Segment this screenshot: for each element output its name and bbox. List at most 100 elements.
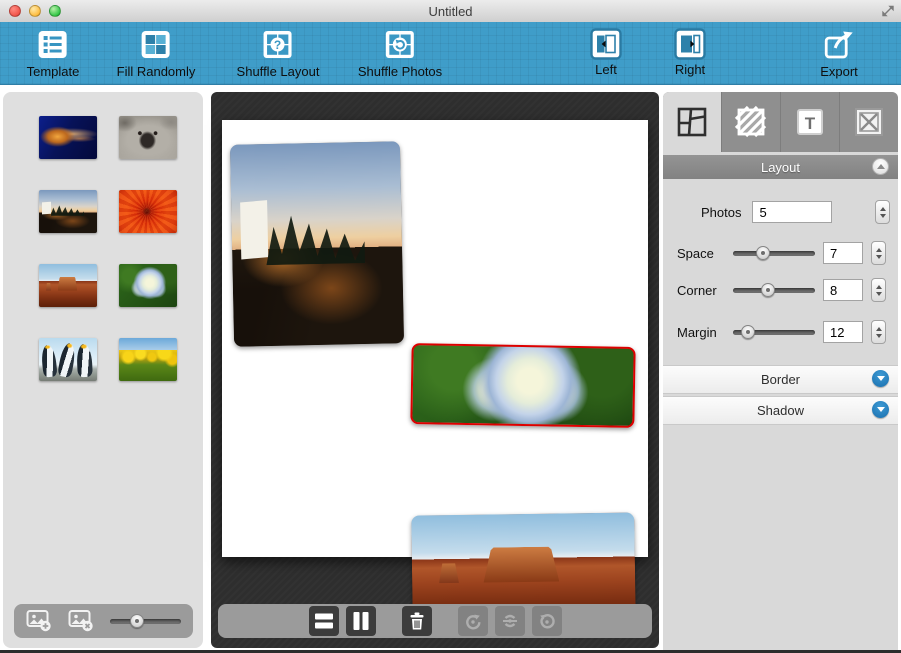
layout-section-title: Layout	[761, 160, 800, 175]
expand-icon[interactable]	[872, 401, 889, 418]
border-section-title: Border	[761, 372, 800, 387]
right-panel-label: Right	[675, 62, 705, 77]
left-panel-toggle[interactable]: Left	[589, 27, 623, 77]
margin-slider[interactable]	[733, 325, 815, 339]
photo-library-panel	[3, 92, 203, 648]
expand-icon[interactable]	[872, 370, 889, 387]
space-slider-track[interactable]	[733, 251, 815, 256]
collage-canvas	[211, 92, 659, 648]
template-label: Template	[27, 64, 80, 79]
library-toolbar	[14, 604, 193, 638]
tab-text[interactable]: T	[781, 92, 840, 152]
space-slider-knob[interactable]	[756, 246, 770, 260]
photo-library-grid	[3, 92, 203, 381]
rotate-cw-icon	[535, 609, 559, 633]
clear-tab-icon	[852, 105, 886, 139]
library-photo-penguins[interactable]	[39, 338, 97, 381]
corner-label: Corner	[677, 283, 725, 298]
library-photo-lighthouse[interactable]	[39, 190, 97, 233]
space-slider[interactable]	[733, 246, 815, 260]
delete-photo-button[interactable]	[402, 606, 432, 636]
photos-count-stepper[interactable]	[875, 200, 890, 224]
rotate-ccw-button[interactable]	[458, 606, 488, 636]
library-photo-koala[interactable]	[119, 116, 177, 159]
fill-randomly-icon	[138, 27, 174, 63]
thumbnail-size-track[interactable]	[110, 619, 181, 624]
border-section-header[interactable]: Border	[663, 365, 898, 394]
margin-slider-knob[interactable]	[741, 325, 755, 339]
title-bar[interactable]: Untitled	[0, 0, 901, 23]
add-photo-icon[interactable]	[26, 609, 52, 633]
split-vertical-button[interactable]	[346, 606, 376, 636]
photos-label: Photos	[701, 205, 741, 220]
split-vertical-icon	[350, 610, 372, 632]
photos-count-field[interactable]	[752, 201, 832, 223]
svg-text:?: ?	[274, 38, 281, 52]
space-stepper[interactable]	[871, 241, 886, 265]
corner-stepper[interactable]	[871, 278, 886, 302]
space-value-field[interactable]	[823, 242, 863, 264]
fill-randomly-label: Fill Randomly	[117, 64, 196, 79]
library-photo-jellyfish[interactable]	[39, 116, 97, 159]
text-tab-icon: T	[793, 105, 827, 139]
library-photo-hydrangea[interactable]	[119, 264, 177, 307]
shuffle-layout-icon: ?	[260, 27, 296, 63]
resize-icon[interactable]	[881, 4, 895, 18]
template-icon	[35, 27, 71, 63]
main-toolbar: Template Fill Randomly ? Shuffl	[0, 22, 901, 85]
canvas-toolbar	[218, 604, 652, 638]
template-button[interactable]: Template	[27, 27, 80, 79]
space-row: Space	[677, 241, 890, 265]
layout-tab-icon	[675, 105, 709, 139]
canvas-photo-lighthouse[interactable]	[230, 141, 404, 347]
svg-text:T: T	[805, 114, 816, 133]
remove-photo-icon[interactable]	[68, 609, 94, 633]
tab-layout[interactable]	[663, 92, 722, 152]
split-horizontal-icon	[313, 610, 335, 632]
trash-icon	[406, 610, 428, 632]
library-photo-red-flower[interactable]	[119, 190, 177, 233]
flip-button[interactable]	[495, 606, 525, 636]
rotate-ccw-icon	[461, 609, 485, 633]
thumbnail-size-slider[interactable]	[110, 614, 181, 628]
margin-value-field[interactable]	[823, 321, 863, 343]
corner-value-field[interactable]	[823, 279, 863, 301]
app-window: Untitled Template	[0, 0, 901, 653]
corner-slider[interactable]	[733, 283, 815, 297]
library-photo-yellow-tulips[interactable]	[119, 338, 177, 381]
export-icon	[821, 27, 857, 63]
shadow-section-header[interactable]: Shadow	[663, 396, 898, 425]
shuffle-layout-label: Shuffle Layout	[237, 64, 320, 79]
left-panel-label: Left	[595, 62, 617, 77]
right-panel-icon	[673, 27, 707, 61]
window-title: Untitled	[0, 4, 901, 19]
right-panel-toggle[interactable]: Right	[673, 27, 707, 77]
shuffle-layout-button[interactable]: ? Shuffle Layout	[237, 27, 320, 79]
export-button[interactable]: Export	[820, 27, 858, 79]
space-label: Space	[677, 246, 725, 261]
margin-label: Margin	[677, 325, 725, 340]
corner-slider-knob[interactable]	[761, 283, 775, 297]
collapse-icon[interactable]	[872, 158, 889, 175]
collage-page[interactable]	[222, 120, 648, 557]
rotate-cw-button[interactable]	[532, 606, 562, 636]
margin-stepper[interactable]	[871, 320, 886, 344]
flip-icon	[498, 609, 522, 633]
corner-row: Corner	[677, 278, 890, 302]
shuffle-photos-label: Shuffle Photos	[358, 64, 442, 79]
split-horizontal-button[interactable]	[309, 606, 339, 636]
shadow-section-title: Shadow	[757, 403, 804, 418]
layout-section-header[interactable]: Layout	[663, 155, 898, 179]
inspector-panel: T Layout Photos	[663, 92, 898, 651]
thumbnail-size-knob[interactable]	[130, 614, 144, 628]
tab-clear[interactable]	[840, 92, 898, 152]
fill-randomly-button[interactable]: Fill Randomly	[117, 27, 196, 79]
library-photo-desert-butte[interactable]	[39, 264, 97, 307]
shuffle-photos-icon	[382, 27, 418, 63]
tab-background[interactable]	[722, 92, 781, 152]
left-panel-icon	[589, 27, 623, 61]
shuffle-photos-button[interactable]: Shuffle Photos	[358, 27, 442, 79]
margin-row: Margin	[677, 320, 890, 344]
canvas-photo-hydrangea-selected[interactable]	[410, 343, 635, 428]
background-tab-icon	[734, 105, 768, 139]
